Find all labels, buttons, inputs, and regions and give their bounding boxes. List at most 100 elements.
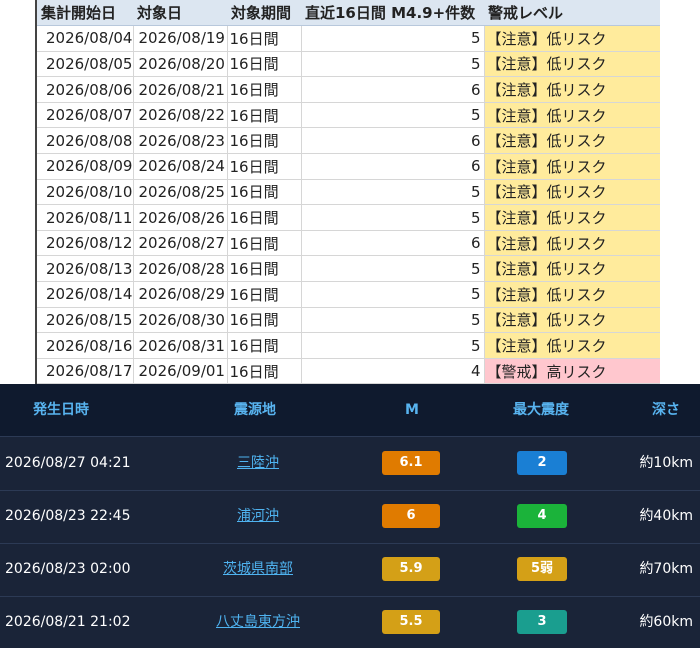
magnitude-badge: 5.9: [382, 557, 440, 581]
cell-alert-level[interactable]: 【注意】低リスク: [484, 76, 660, 103]
cell-period[interactable]: 16日間: [227, 76, 302, 103]
cell-alert-level[interactable]: 【注意】低リスク: [484, 179, 660, 206]
cell-target-date[interactable]: 2026/08/20: [133, 51, 228, 78]
cell-period[interactable]: 16日間: [227, 281, 302, 308]
table-row: 2026/08/08 2026/08/23 16日間 6 【注意】低リスク: [37, 127, 660, 155]
cell-target-date[interactable]: 2026/08/28: [133, 255, 228, 283]
cell-target-date[interactable]: 2026/08/24: [133, 153, 228, 180]
table-header-row: 集計開始日 対象日 対象期間 直近16日間 M4.9+件数 警戒レベル: [37, 0, 660, 27]
cell-period[interactable]: 16日間: [227, 51, 302, 78]
cell-target-date[interactable]: 2026/08/19: [133, 25, 228, 52]
cell-alert-level[interactable]: 【注意】低リスク: [484, 281, 660, 308]
table-row: 2026/08/09 2026/08/24 16日間 6 【注意】低リスク: [37, 153, 660, 180]
intensity-badge: 3: [517, 610, 567, 634]
cell-start-date[interactable]: 2026/08/11: [37, 204, 134, 231]
cell-alert-level[interactable]: 【注意】低リスク: [484, 102, 660, 129]
cell-start-date[interactable]: 2026/08/08: [37, 127, 134, 155]
cell-period[interactable]: 16日間: [227, 179, 302, 206]
cell-count[interactable]: 4: [301, 358, 485, 384]
header-period[interactable]: 対象期間: [227, 0, 301, 27]
intensity-badge: 2: [517, 451, 567, 475]
cell-period[interactable]: 16日間: [227, 255, 302, 283]
cell-period[interactable]: 16日間: [227, 153, 302, 180]
cell-period[interactable]: 16日間: [227, 358, 302, 384]
earthquake-row: 2026/08/23 22:45 浦河沖 6 4 約40km: [0, 490, 700, 544]
cell-period[interactable]: 16日間: [227, 307, 302, 334]
header-start-date[interactable]: 集計開始日: [37, 0, 133, 27]
cell-alert-level[interactable]: 【注意】低リスク: [484, 332, 660, 359]
cell-period[interactable]: 16日間: [227, 127, 302, 155]
cell-alert-level[interactable]: 【注意】低リスク: [484, 153, 660, 180]
cell-count[interactable]: 5: [301, 179, 485, 206]
cell-alert-level[interactable]: 【注意】低リスク: [484, 127, 660, 155]
cell-count[interactable]: 6: [301, 230, 485, 257]
cell-target-date[interactable]: 2026/08/27: [133, 230, 228, 257]
cell-alert-level[interactable]: 【注意】低リスク: [484, 307, 660, 334]
cell-count[interactable]: 5: [301, 102, 485, 129]
cell-target-date[interactable]: 2026/08/21: [133, 76, 228, 103]
cell-start-date[interactable]: 2026/08/09: [37, 153, 134, 180]
cell-start-date[interactable]: 2026/08/15: [37, 307, 134, 334]
intensity-badge: 5弱: [517, 557, 567, 581]
cell-count[interactable]: 5: [301, 51, 485, 78]
cell-alert-level[interactable]: 【注意】低リスク: [484, 25, 660, 52]
cell-alert-level[interactable]: 【注意】低リスク: [484, 230, 660, 257]
cell-start-date[interactable]: 2026/08/07: [37, 102, 134, 129]
table-row: 2026/08/12 2026/08/27 16日間 6 【注意】低リスク: [37, 230, 660, 257]
table-row: 2026/08/15 2026/08/30 16日間 5 【注意】低リスク: [37, 307, 660, 334]
cell-alert-level[interactable]: 【警戒】高リスク: [484, 358, 660, 384]
cell-count[interactable]: 5: [301, 281, 485, 308]
cell-start-date[interactable]: 2026/08/10: [37, 179, 134, 206]
cell-count[interactable]: 6: [301, 76, 485, 103]
epicenter-link[interactable]: 浦河沖: [237, 490, 279, 543]
cell-period[interactable]: 16日間: [227, 102, 302, 129]
cell-alert-level[interactable]: 【注意】低リスク: [484, 255, 660, 283]
header-epicenter: 震源地: [234, 402, 276, 418]
header-target-date[interactable]: 対象日: [133, 0, 227, 27]
cell-period[interactable]: 16日間: [227, 332, 302, 359]
cell-count[interactable]: 6: [301, 127, 485, 155]
cell-count[interactable]: 5: [301, 307, 485, 334]
magnitude-badge: 6: [382, 504, 440, 528]
cell-start-date[interactable]: 2026/08/14: [37, 281, 134, 308]
table-row: 2026/08/04 2026/08/19 16日間 5 【注意】低リスク: [37, 25, 660, 52]
header-occurrence-time: 発生日時: [33, 402, 89, 418]
epicenter-link[interactable]: 三陸沖: [237, 437, 279, 490]
earthquake-list-header: 発生日時 震源地 M 最大震度 深さ: [0, 384, 700, 437]
cell-count[interactable]: 5: [301, 255, 485, 283]
header-count[interactable]: 直近16日間 M4.9+件数: [301, 0, 484, 27]
cell-count[interactable]: 5: [301, 332, 485, 359]
cell-period[interactable]: 16日間: [227, 230, 302, 257]
cell-target-date[interactable]: 2026/08/29: [133, 281, 228, 308]
cell-period[interactable]: 16日間: [227, 25, 302, 52]
cell-start-date[interactable]: 2026/08/04: [37, 25, 134, 52]
cell-start-date[interactable]: 2026/08/05: [37, 51, 134, 78]
header-alert-level[interactable]: 警戒レベル: [484, 0, 660, 27]
header-max-intensity: 最大震度: [513, 402, 569, 418]
cell-count[interactable]: 6: [301, 153, 485, 180]
earthquake-list-panel: 発生日時 震源地 M 最大震度 深さ 2026/08/27 04:21 三陸沖 6.…: [0, 384, 700, 648]
cell-start-date[interactable]: 2026/08/13: [37, 255, 134, 283]
cell-start-date[interactable]: 2026/08/17: [37, 358, 134, 384]
cell-target-date[interactable]: 2026/09/01: [133, 358, 228, 384]
cell-target-date[interactable]: 2026/08/25: [133, 179, 228, 206]
cell-target-date[interactable]: 2026/08/31: [133, 332, 228, 359]
epicenter-link[interactable]: 茨城県南部: [223, 543, 293, 596]
cell-start-date[interactable]: 2026/08/16: [37, 332, 134, 359]
epicenter-link[interactable]: 八丈島東方沖: [216, 596, 300, 648]
earthquake-time: 2026/08/23 22:45: [5, 508, 131, 524]
cell-start-date[interactable]: 2026/08/06: [37, 76, 134, 103]
earthquake-depth: 約40km: [639, 508, 693, 524]
cell-target-date[interactable]: 2026/08/23: [133, 127, 228, 155]
earthquake-row: 2026/08/27 04:21 三陸沖 6.1 2 約10km: [0, 437, 700, 491]
cell-count[interactable]: 5: [301, 204, 485, 231]
cell-alert-level[interactable]: 【注意】低リスク: [484, 51, 660, 78]
cell-start-date[interactable]: 2026/08/12: [37, 230, 134, 257]
cell-target-date[interactable]: 2026/08/30: [133, 307, 228, 334]
table-row: 2026/08/05 2026/08/20 16日間 5 【注意】低リスク: [37, 51, 660, 78]
cell-count[interactable]: 5: [301, 25, 485, 52]
cell-alert-level[interactable]: 【注意】低リスク: [484, 204, 660, 231]
cell-period[interactable]: 16日間: [227, 204, 302, 231]
cell-target-date[interactable]: 2026/08/26: [133, 204, 228, 231]
cell-target-date[interactable]: 2026/08/22: [133, 102, 228, 129]
